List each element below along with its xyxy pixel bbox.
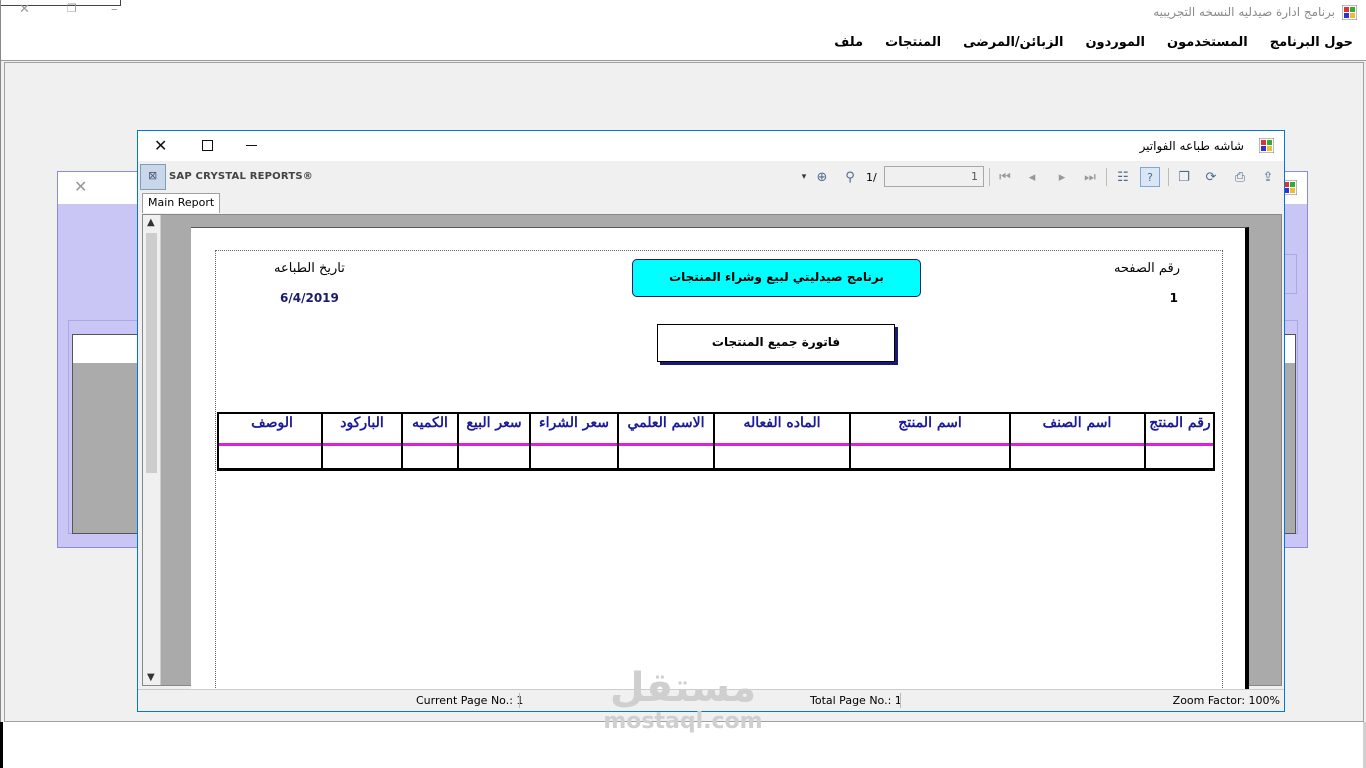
vertical-scrollbar[interactable]: ▲ ▼: [143, 215, 161, 685]
last-page-icon[interactable]: ⏭: [1080, 167, 1100, 187]
zoom-status: Zoom Factor: 100%: [1172, 694, 1280, 707]
toggle-group-tree-icon[interactable]: ⊠: [140, 164, 166, 190]
main-title-bar: ✕ ❐ – برنامج ادارة صيدليه النسخه التجريب…: [1, 0, 1366, 25]
crystal-toolbar: ⊠ SAP CRYSTAL REPORTS® ▾ ⊕ ⚲ 1/ 1 ⏮ ◂ ▸ …: [138, 162, 1284, 192]
next-page-icon[interactable]: ▸: [1052, 167, 1072, 187]
page-number-value: 1: [1169, 291, 1178, 305]
watermark-arabic: مستقل: [609, 665, 757, 711]
copy-icon[interactable]: ❐: [1174, 167, 1194, 187]
column-header: اسم المنتج: [898, 415, 962, 431]
report-title: برنامج صيدليتي لبيع وشراء المنتجات: [632, 259, 921, 297]
column-header: اسم الصنف: [1042, 415, 1112, 431]
menu-about[interactable]: حول البرنامج: [1270, 35, 1353, 50]
column-header: الباركود: [340, 415, 384, 431]
menu-bar: ملف المنتجات الزبائن/المرضى الموردون الم…: [1, 25, 1366, 61]
column-header: رقم المنتج: [1149, 415, 1211, 431]
refresh-icon[interactable]: ⟳: [1201, 167, 1221, 187]
column-header: سعر الشراء: [539, 415, 609, 431]
toolbar-separator: [1168, 168, 1169, 186]
restore-icon[interactable]: ❐: [67, 2, 77, 15]
report-table: رقم المنتج اسم الصنف اسم المنتج الماده ا…: [217, 412, 1215, 471]
zoom-icon[interactable]: ⊕: [812, 167, 832, 187]
toolbar-separator: [989, 168, 990, 186]
page-of-label: 1/: [866, 171, 877, 184]
column-divider: [849, 414, 851, 468]
toolbar-separator: [1106, 168, 1107, 186]
menu-suppliers[interactable]: الموردون: [1085, 35, 1145, 50]
report-subtitle: فاتورة جميع المنتجات: [657, 324, 895, 362]
column-divider: [401, 414, 403, 468]
column-header: الاسم العلمي: [627, 415, 705, 431]
app-title: برنامج ادارة صيدليه النسخه التجريبيه: [1153, 5, 1335, 19]
tab-main-report[interactable]: Main Report: [142, 193, 221, 213]
column-header: سعر البيع: [466, 415, 522, 431]
menu-products[interactable]: المنتجات: [885, 35, 941, 50]
print-invoices-window: ✕ شاشه طباعه الفواتير ⊠ SAP CRYSTAL REPO…: [137, 130, 1285, 712]
scroll-up-icon[interactable]: ▲: [147, 217, 155, 228]
scroll-thumb[interactable]: [146, 233, 157, 473]
crystal-brand: SAP CRYSTAL REPORTS®: [169, 171, 313, 182]
column-divider: [713, 414, 715, 468]
column-divider: [457, 414, 459, 468]
column-divider: [1144, 414, 1146, 468]
current-page-status: Current Page No.: 1: [416, 694, 524, 707]
close-icon[interactable]: ✕: [74, 177, 87, 196]
column-divider: [617, 414, 619, 468]
minimize-icon[interactable]: [246, 145, 257, 146]
report-content: رقم الصفحه 1 تاريخ الطباعه 6/4/2019 برنا…: [215, 250, 1223, 710]
close-icon[interactable]: ✕: [19, 2, 30, 17]
minimize-icon[interactable]: –: [111, 2, 118, 17]
scroll-down-icon[interactable]: ▼: [147, 672, 155, 683]
print-date-value: 6/4/2019: [280, 291, 339, 305]
print-window-title: شاشه طباعه الفواتير: [1139, 139, 1244, 153]
column-header: الماده الفعاله: [743, 415, 821, 431]
maximize-icon[interactable]: [202, 140, 213, 151]
find-icon[interactable]: ⚲: [840, 167, 860, 187]
system-buttons: ✕ ❐ –: [1, 0, 121, 17]
status-separator: [519, 693, 520, 708]
watermark: مستقل mostaql.com: [598, 666, 768, 734]
header-separator: [219, 443, 1213, 446]
print-window-title-bar: ✕ شاشه طباعه الفواتير: [138, 131, 1284, 161]
group-tree-icon[interactable]: ☷: [1113, 167, 1133, 187]
page-number-label: رقم الصفحه: [1113, 261, 1180, 276]
report-tab-strip: Main Report: [138, 193, 1284, 213]
app-icon: [1342, 5, 1357, 20]
report-viewer-area: ▲ ▼ رقم الصفحه 1 تاريخ الطباعه 6/4/2019 …: [142, 214, 1282, 710]
menu-file[interactable]: ملف: [834, 35, 863, 50]
print-icon[interactable]: ⎙: [1230, 167, 1250, 187]
column-divider: [321, 414, 323, 468]
watermark-latin: mostaql.com: [603, 709, 763, 734]
total-pages-status: Total Page No.: 1: [810, 694, 902, 707]
menu-users[interactable]: المستخدمون: [1167, 35, 1248, 50]
first-page-icon[interactable]: ⏮: [995, 167, 1015, 187]
previous-page-icon[interactable]: ◂: [1022, 167, 1042, 187]
zoom-dropdown-icon[interactable]: ▾: [798, 167, 810, 187]
close-icon[interactable]: ✕: [154, 136, 167, 155]
menu-customers[interactable]: الزبائن/المرضى: [963, 35, 1063, 50]
export-icon[interactable]: ⇪: [1258, 167, 1278, 187]
print-date-label: تاريخ الطباعه: [274, 261, 345, 276]
page-number-input[interactable]: 1: [884, 166, 984, 187]
column-divider: [529, 414, 531, 468]
report-page: رقم الصفحه 1 تاريخ الطباعه 6/4/2019 برنا…: [191, 227, 1249, 710]
column-divider: [1009, 414, 1011, 468]
status-separator: [900, 693, 901, 708]
left-edge: [0, 722, 3, 768]
window-icon: [1259, 138, 1274, 153]
column-header: الوصف: [251, 415, 293, 431]
help-icon[interactable]: ?: [1140, 167, 1160, 187]
column-header: الكميه: [412, 415, 448, 431]
